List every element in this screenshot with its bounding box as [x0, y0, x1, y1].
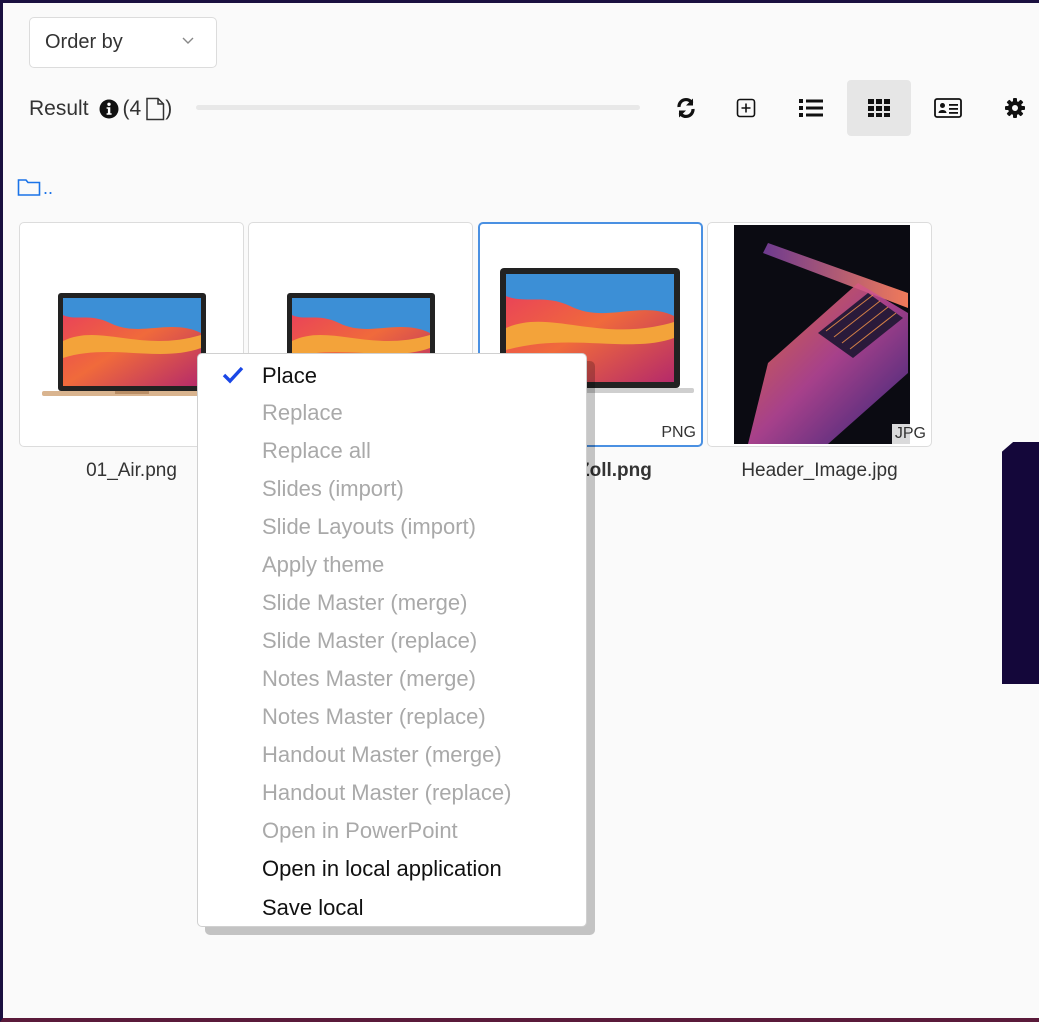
menu-item-save-local[interactable]: Save local	[262, 890, 364, 926]
list-view-icon	[799, 99, 823, 117]
thumbnail-size-slider[interactable]	[196, 105, 640, 110]
settings-button[interactable]	[983, 80, 1039, 136]
menu-item-place[interactable]: Place	[262, 358, 317, 394]
file-icon	[146, 97, 165, 121]
menu-item-replace[interactable]: Replace	[262, 395, 343, 431]
menu-item-apply-theme[interactable]: Apply theme	[262, 547, 384, 583]
order-by-label: Order by	[45, 31, 123, 53]
refresh-icon	[677, 98, 695, 118]
result-summary: Result (4 )	[29, 92, 172, 126]
menu-item-notes-master-merge[interactable]: Notes Master (merge)	[262, 661, 476, 697]
menu-item-notes-master-replace[interactable]: Notes Master (replace)	[262, 699, 486, 735]
menu-item-slide-master-replace[interactable]: Slide Master (replace)	[262, 623, 477, 659]
result-count-close: )	[165, 97, 173, 120]
menu-item-replace-all[interactable]: Replace all	[262, 433, 371, 469]
info-icon[interactable]	[99, 99, 119, 119]
add-button[interactable]	[714, 80, 778, 136]
menu-item-handout-master-replace[interactable]: Handout Master (replace)	[262, 775, 511, 811]
result-count-open: (4	[122, 97, 142, 120]
laptop-photo-image	[734, 225, 910, 444]
file-type-badge: JPG	[891, 424, 929, 444]
menu-item-handout-master-merge[interactable]: Handout Master (merge)	[262, 737, 502, 773]
detail-view-button[interactable]	[916, 80, 980, 136]
parent-folder-label: ..	[43, 178, 54, 198]
background-shape	[1002, 442, 1039, 684]
chevron-down-icon	[182, 37, 194, 44]
check-icon	[222, 366, 244, 384]
list-view-button[interactable]	[779, 80, 843, 136]
grid-view-icon	[868, 99, 890, 117]
result-count: (4 )	[122, 97, 173, 121]
menu-item-slides-import[interactable]: Slides (import)	[262, 471, 404, 507]
menu-item-open-in-powerpoint[interactable]: Open in PowerPoint	[262, 813, 458, 849]
context-menu: Place Replace Replace all Slides (import…	[197, 353, 587, 927]
settings-icon	[1005, 98, 1025, 118]
file-name-label: Header_Image.jpg	[741, 460, 898, 481]
file-type-badge: PNG	[658, 423, 699, 443]
grid-view-button[interactable]	[847, 80, 911, 136]
order-by-select[interactable]: Order by	[29, 17, 217, 68]
menu-item-slide-layouts-import[interactable]: Slide Layouts (import)	[262, 509, 476, 545]
refresh-button[interactable]	[654, 80, 718, 136]
menu-item-slide-master-merge[interactable]: Slide Master (merge)	[262, 585, 467, 621]
file-thumbnail[interactable]: JPG	[707, 222, 932, 447]
menu-item-open-in-local-application[interactable]: Open in local application	[262, 851, 502, 887]
add-icon	[736, 98, 756, 118]
detail-view-icon	[934, 98, 962, 118]
folder-icon	[17, 179, 41, 196]
result-label: Result	[29, 97, 89, 120]
parent-folder-link[interactable]: ..	[17, 177, 53, 197]
